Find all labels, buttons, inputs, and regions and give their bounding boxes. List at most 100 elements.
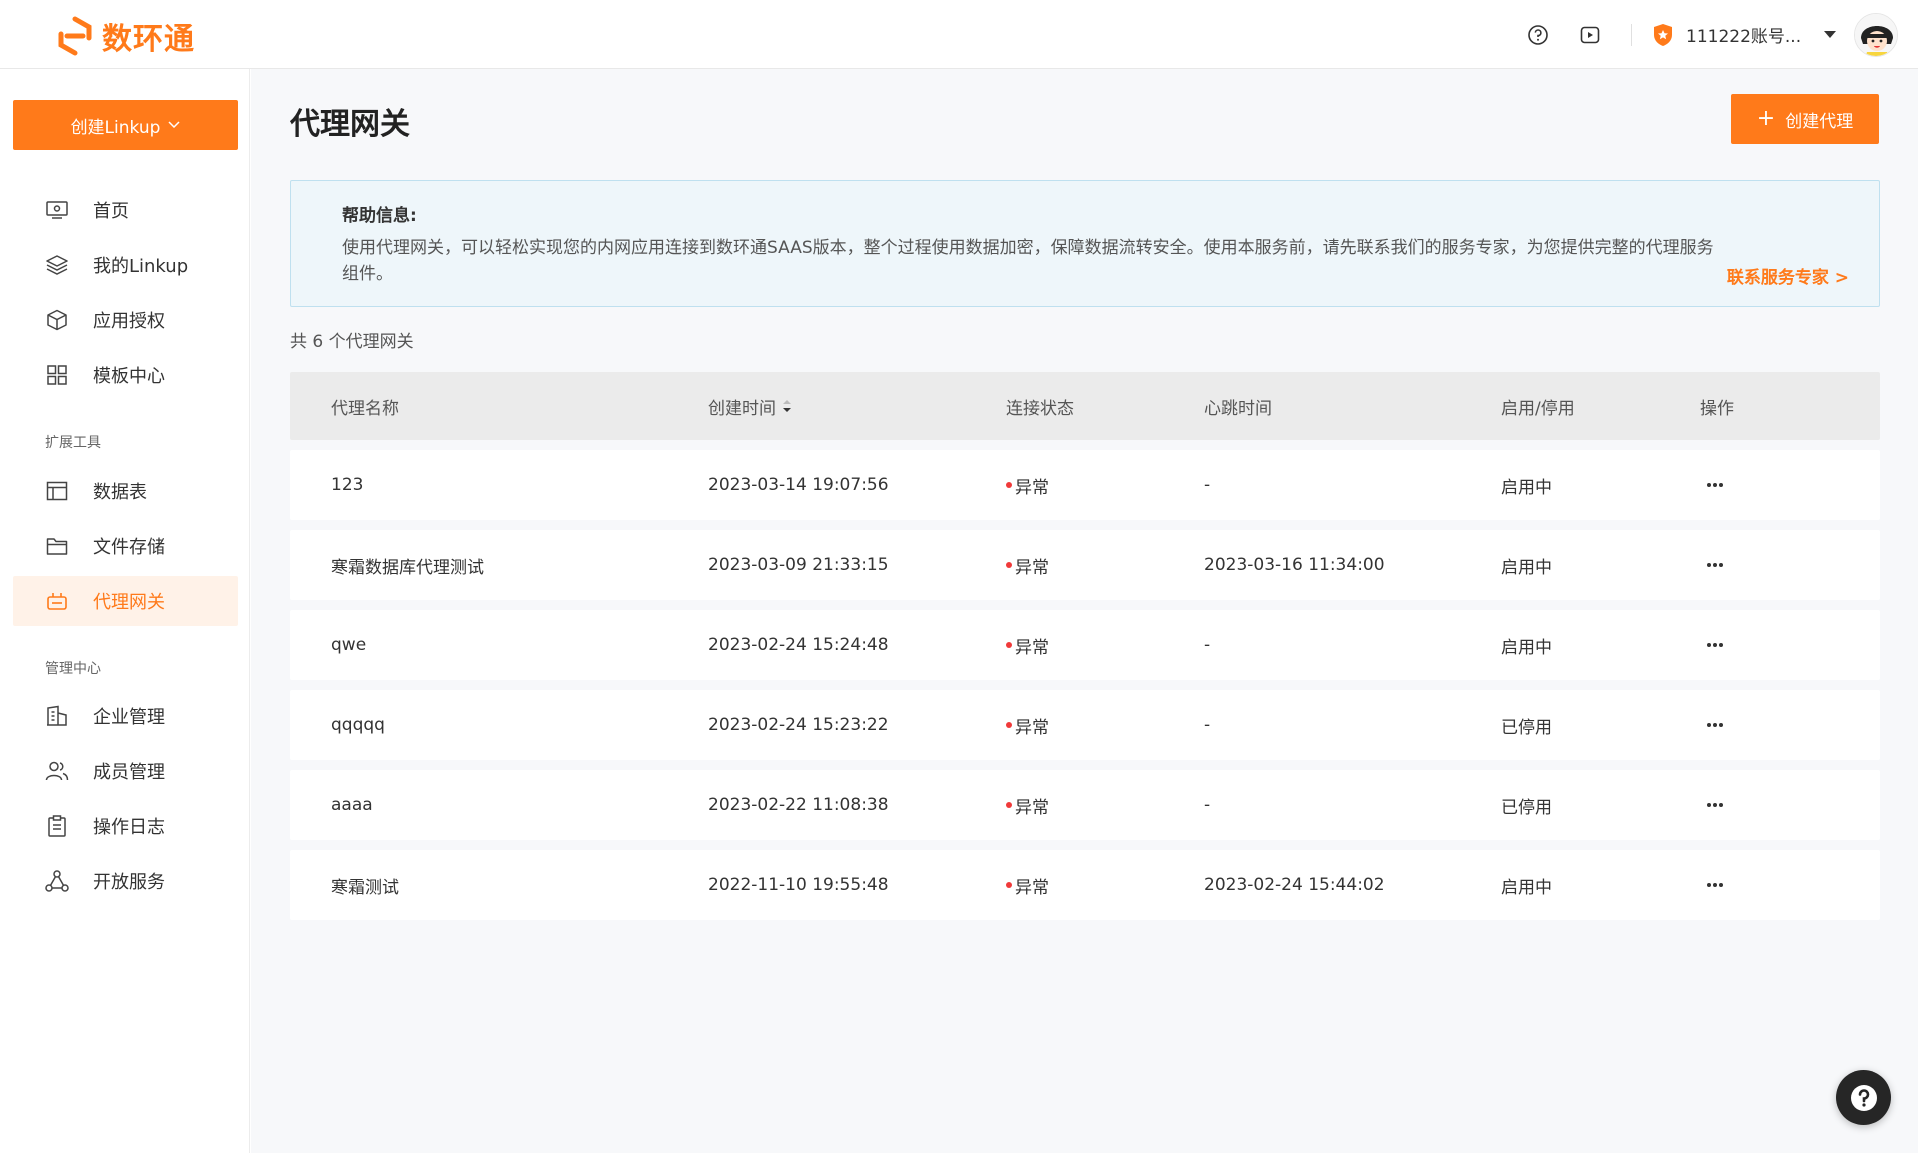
header-created-time[interactable]: 创建时间 bbox=[708, 372, 792, 440]
sidebar-item-label: 成员管理 bbox=[93, 762, 165, 783]
gateway-count: 共 6 个代理网关 bbox=[290, 332, 414, 352]
top-divider bbox=[1631, 23, 1632, 46]
sidebar-item-label: 首页 bbox=[93, 201, 129, 222]
table-row[interactable]: 123 2023-03-14 19:07:56 异常 - 启用中 bbox=[290, 450, 1880, 520]
caret-down-icon bbox=[1824, 30, 1836, 38]
plus-icon: + bbox=[1756, 106, 1776, 131]
sidebar-item-app-auth[interactable]: 应用授权 bbox=[13, 295, 238, 345]
section-label-tools: 扩展工具 bbox=[45, 435, 101, 451]
status-text: 异常 bbox=[1015, 797, 1049, 818]
table-row[interactable]: qqqqq 2023-02-24 15:23:22 异常 - 已停用 bbox=[290, 690, 1880, 760]
top-bar: 数环通 111222账号... bbox=[0, 0, 1918, 69]
cell-heartbeat: 2023-03-16 11:34:00 bbox=[1204, 555, 1385, 575]
sidebar-item-proxy-gateway[interactable]: 代理网关 bbox=[13, 576, 238, 626]
create-proxy-button[interactable]: + 创建代理 bbox=[1731, 94, 1879, 144]
table-header: 代理名称 创建时间 连接状态 心跳时间 启用/停用 操作 bbox=[290, 372, 1880, 440]
cell-status: 异常 bbox=[1006, 770, 1049, 840]
more-actions-icon[interactable] bbox=[1700, 610, 1730, 680]
sidebar: 创建Linkup 首页 我的Linkup 应用授权 模板中心 扩展工具 数据表 … bbox=[0, 69, 250, 1153]
cell-enabled: 已停用 bbox=[1501, 797, 1552, 818]
main-content: 代理网关 + 创建代理 帮助信息: 使用代理网关，可以轻松实现您的内网应用连接到… bbox=[251, 69, 1918, 1153]
help-title: 帮助信息: bbox=[342, 206, 417, 226]
header-connection-status: 连接状态 bbox=[1006, 398, 1074, 419]
page-title: 代理网关 bbox=[290, 107, 410, 142]
sidebar-item-label: 应用授权 bbox=[93, 311, 165, 332]
help-text: 使用代理网关，可以轻松实现您的内网应用连接到数环通SAAS版本，整个过程使用数据… bbox=[342, 238, 1714, 284]
cell-heartbeat: - bbox=[1204, 475, 1211, 495]
cell-enabled: 启用中 bbox=[1501, 557, 1552, 578]
table-row[interactable]: 寒霜测试 2022-11-10 19:55:48 异常 2023-02-24 1… bbox=[290, 850, 1880, 920]
table-row[interactable]: qwe 2023-02-24 15:24:48 异常 - 启用中 bbox=[290, 610, 1880, 680]
status-text: 异常 bbox=[1015, 637, 1049, 658]
account-name: 111222账号... bbox=[1686, 27, 1802, 47]
cube-icon bbox=[45, 308, 69, 332]
contact-expert-link[interactable]: 联系服务专家 > bbox=[1727, 263, 1849, 288]
status-dot bbox=[1006, 482, 1012, 488]
status-dot bbox=[1006, 722, 1012, 728]
sidebar-item-data-table[interactable]: 数据表 bbox=[13, 466, 238, 516]
help-info-box: 帮助信息: 使用代理网关，可以轻松实现您的内网应用连接到数环通SAAS版本，整个… bbox=[290, 180, 1880, 307]
avatar[interactable] bbox=[1854, 12, 1898, 57]
floating-help-button[interactable] bbox=[1836, 1070, 1891, 1125]
status-text: 异常 bbox=[1015, 877, 1049, 898]
sidebar-item-label: 代理网关 bbox=[93, 592, 165, 613]
table-row[interactable]: 寒霜数据库代理测试 2023-03-09 21:33:15 异常 2023-03… bbox=[290, 530, 1880, 600]
cell-status: 异常 bbox=[1006, 850, 1049, 920]
table-row[interactable]: aaaa 2023-02-22 11:08:38 异常 - 已停用 bbox=[290, 770, 1880, 840]
cell-name: aaaa bbox=[331, 795, 373, 815]
gateway-icon bbox=[45, 589, 69, 613]
table-icon bbox=[45, 479, 69, 503]
more-actions-icon[interactable] bbox=[1700, 690, 1730, 760]
create-linkup-button[interactable]: 创建Linkup bbox=[13, 100, 238, 150]
sidebar-item-enterprise[interactable]: 企业管理 bbox=[13, 691, 238, 741]
section-label-admin: 管理中心 bbox=[45, 661, 101, 677]
cell-created: 2023-02-24 15:23:22 bbox=[708, 715, 889, 735]
sidebar-item-file-storage[interactable]: 文件存储 bbox=[13, 521, 238, 571]
cell-created: 2022-11-10 19:55:48 bbox=[708, 875, 889, 895]
account-menu[interactable]: 111222账号... bbox=[1652, 12, 1898, 57]
grid-icon bbox=[45, 363, 69, 387]
sidebar-item-members[interactable]: 成员管理 bbox=[13, 746, 238, 796]
sidebar-item-label: 企业管理 bbox=[93, 707, 165, 728]
cell-name: qqqqq bbox=[331, 715, 385, 735]
video-play-icon[interactable] bbox=[1575, 20, 1605, 50]
more-actions-icon[interactable] bbox=[1700, 450, 1730, 520]
brand-logo[interactable]: 数环通 bbox=[56, 14, 195, 58]
cell-heartbeat: - bbox=[1204, 715, 1211, 735]
cell-enabled: 已停用 bbox=[1501, 717, 1552, 738]
sidebar-item-my-linkup[interactable]: 我的Linkup bbox=[13, 240, 238, 290]
cell-status: 异常 bbox=[1006, 530, 1049, 600]
create-linkup-label: 创建Linkup bbox=[70, 117, 161, 138]
sidebar-item-home[interactable]: 首页 bbox=[13, 185, 238, 235]
create-proxy-label: 创建代理 bbox=[1785, 111, 1854, 132]
sidebar-item-label: 数据表 bbox=[93, 482, 147, 503]
status-text: 异常 bbox=[1015, 717, 1049, 738]
cell-heartbeat: 2023-02-24 15:44:02 bbox=[1204, 875, 1385, 895]
sidebar-item-open-service[interactable]: 开放服务 bbox=[13, 856, 238, 906]
header-heartbeat-time: 心跳时间 bbox=[1204, 398, 1272, 419]
cell-status: 异常 bbox=[1006, 610, 1049, 680]
sidebar-item-label: 我的Linkup bbox=[93, 256, 189, 277]
status-dot bbox=[1006, 882, 1012, 888]
header-created-time-label: 创建时间 bbox=[708, 398, 776, 419]
cell-enabled: 启用中 bbox=[1501, 877, 1552, 898]
sort-icon[interactable] bbox=[782, 399, 792, 413]
sidebar-item-label: 开放服务 bbox=[93, 872, 165, 893]
share-nodes-icon bbox=[45, 869, 69, 893]
layers-icon bbox=[45, 253, 69, 277]
sidebar-item-label: 操作日志 bbox=[93, 817, 165, 838]
sidebar-item-operation-log[interactable]: 操作日志 bbox=[13, 801, 238, 851]
cell-enabled: 启用中 bbox=[1501, 477, 1552, 498]
help-circle-icon[interactable] bbox=[1523, 20, 1553, 50]
cell-heartbeat: - bbox=[1204, 795, 1211, 815]
sidebar-item-templates[interactable]: 模板中心 bbox=[13, 350, 238, 400]
more-actions-icon[interactable] bbox=[1700, 850, 1730, 920]
cell-name: 寒霜测试 bbox=[331, 877, 399, 898]
logo-icon bbox=[58, 16, 92, 56]
header-actions: 操作 bbox=[1700, 398, 1734, 419]
chevron-down-icon bbox=[168, 121, 180, 129]
more-actions-icon[interactable] bbox=[1700, 530, 1730, 600]
sidebar-item-label: 文件存储 bbox=[93, 537, 165, 558]
more-actions-icon[interactable] bbox=[1700, 770, 1730, 840]
cell-enabled: 启用中 bbox=[1501, 637, 1552, 658]
